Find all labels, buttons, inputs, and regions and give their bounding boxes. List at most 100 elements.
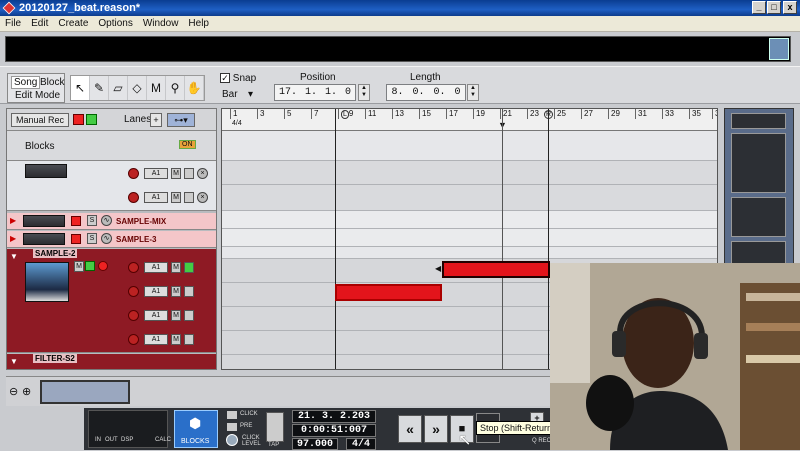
lane-select[interactable]: A1 (144, 309, 168, 321)
blocks-lane[interactable] (222, 131, 717, 161)
lane-tools-icon[interactable]: ⊶▾ (167, 113, 195, 127)
track-record-icon[interactable] (71, 234, 81, 244)
expand-arrow-icon[interactable]: ▼ (10, 252, 18, 261)
pre-count-toggle[interactable] (227, 423, 237, 431)
note-clip[interactable] (442, 261, 550, 278)
lane-delete-icon[interactable]: × (197, 191, 208, 203)
track-mute-button[interactable]: M (74, 261, 84, 272)
solo-all-icon[interactable] (86, 114, 97, 125)
menu-window[interactable]: Window (138, 18, 184, 29)
position-spinner[interactable]: ▲ ▼ (358, 84, 370, 101)
lane-pad-icon[interactable] (184, 309, 194, 321)
lane-mute-button[interactable]: M (171, 333, 181, 345)
lane-select[interactable]: A1 (144, 167, 168, 179)
blocks-button[interactable]: ⬢ BLOCKS (174, 410, 218, 448)
expand-arrow-icon[interactable]: ▼ (10, 357, 18, 366)
tempo-display[interactable]: 97.000 (292, 438, 338, 450)
track-solo-button[interactable]: S (87, 233, 97, 244)
menu-file[interactable]: File (0, 18, 26, 29)
left-locator-icon[interactable]: L (341, 110, 349, 119)
lane-record-icon[interactable] (128, 309, 139, 321)
rack-minimap-icon[interactable] (769, 38, 789, 60)
position-display[interactable]: 17. 1. 1. 0 (274, 84, 356, 101)
hand-icon[interactable]: ✋ (185, 76, 204, 100)
lane-record-icon[interactable] (128, 261, 139, 273)
collapse-arrow-icon[interactable]: ▶ (10, 216, 16, 225)
lane-grid[interactable] (222, 229, 717, 247)
lane-mute-button[interactable]: M (171, 261, 181, 273)
clip-start-handle-icon[interactable]: ◀ (435, 264, 441, 273)
lane-solo-icon[interactable] (184, 261, 194, 273)
record-arm-all-icon[interactable] (73, 114, 84, 125)
navigator-window[interactable] (40, 380, 130, 404)
lane-row-3[interactable]: A1 M (128, 308, 194, 322)
lane-pad-icon[interactable] (184, 285, 194, 297)
eraser-icon[interactable]: ▱ (109, 76, 128, 100)
track-automation-icon[interactable]: ∿ (101, 233, 112, 244)
maximize-button[interactable]: □ (767, 1, 781, 14)
snap-toggle[interactable]: ✓ Snap (220, 73, 256, 84)
note-clip[interactable] (335, 284, 442, 301)
block-mode-button[interactable]: Block (40, 77, 64, 88)
track-filter-s2[interactable]: ▼ FILTER-S2 (7, 354, 216, 369)
song-mode-button[interactable]: Song (11, 76, 41, 89)
lane-row-1[interactable]: A1 M (128, 260, 194, 274)
lane-record-icon[interactable] (128, 167, 139, 179)
pencil-icon[interactable]: ✎ (90, 76, 109, 100)
razor-icon[interactable]: ◇ (128, 76, 147, 100)
lane-grid[interactable] (222, 247, 717, 259)
click-toggle[interactable] (227, 411, 237, 419)
lane-record-icon[interactable] (128, 191, 139, 203)
lane-mute-button[interactable]: M (171, 309, 181, 321)
minimize-button[interactable]: _ (752, 1, 766, 14)
snap-value-select[interactable]: Bar ▾ (222, 89, 262, 100)
length-spinner[interactable]: ▲ ▼ (467, 84, 479, 101)
track-solo-icon[interactable] (85, 261, 95, 271)
lane-record-icon[interactable] (128, 333, 139, 345)
length-display[interactable]: 8. 0. 0. 0 (386, 84, 466, 101)
menu-create[interactable]: Create (53, 18, 93, 29)
timeline-ruler[interactable]: 1 4/4 3 5 7 L9 11 13 15 17 19 21 23 R 25… (222, 109, 717, 131)
menu-options[interactable]: Options (93, 18, 137, 29)
lane-grid[interactable] (222, 161, 717, 185)
rewind-button[interactable]: « (398, 415, 422, 443)
blocks-track[interactable]: Blocks ON (7, 131, 216, 161)
track-sample-2[interactable]: ▼ SAMPLE-2 M A1 M A1 M A1 M A1 M (7, 249, 216, 353)
lane-pad-icon[interactable] (184, 167, 194, 179)
edit-mode-button[interactable]: Edit Mode (15, 90, 60, 101)
collapse-arrow-icon[interactable]: ▶ (10, 234, 16, 243)
lane-grid[interactable] (222, 185, 717, 211)
lane-delete-icon[interactable]: × (197, 167, 208, 179)
lane-grid[interactable] (222, 211, 717, 229)
tap-button[interactable] (266, 412, 284, 442)
snap-checkbox[interactable]: ✓ (220, 73, 230, 84)
track-record-icon[interactable] (71, 216, 81, 226)
track-automation-icon[interactable]: ∿ (101, 215, 112, 226)
lane-select[interactable]: A1 (144, 285, 168, 297)
menu-help[interactable]: Help (183, 18, 214, 29)
track-solo-button[interactable]: S (87, 215, 97, 226)
lane-mute-button[interactable]: M (171, 191, 181, 203)
menu-edit[interactable]: Edit (26, 18, 53, 29)
lane-pad-icon[interactable] (184, 191, 194, 203)
track-row-top[interactable]: A1 M × A1 M × (7, 161, 216, 211)
song-position-display[interactable]: 21. 3. 2.203 (292, 410, 376, 423)
track-record-icon[interactable] (98, 261, 108, 271)
lane-row-4[interactable]: A1 M (128, 332, 194, 346)
track-sample-3[interactable]: ▶ S ∿ SAMPLE-3 (7, 231, 216, 248)
lane-select[interactable]: A1 (144, 333, 168, 345)
lane-row-2[interactable]: A1 M (128, 284, 194, 298)
time-signature-display[interactable]: 4/4 (346, 438, 376, 450)
song-navigator[interactable]: ⊖ ⊕ (6, 376, 550, 406)
lane-row-2[interactable]: A1 M × (128, 190, 208, 204)
arrow-icon[interactable]: ↖ (71, 76, 90, 100)
lane-select[interactable]: A1 (144, 191, 168, 203)
click-level-knob[interactable] (226, 434, 238, 446)
mute-tool-icon[interactable]: M (147, 76, 166, 100)
manual-rec-button[interactable]: Manual Rec (11, 113, 69, 127)
magnify-icon[interactable]: ⚲ (166, 76, 185, 100)
add-lane-button[interactable]: + (150, 113, 162, 127)
lane-mute-button[interactable]: M (171, 285, 181, 297)
lane-row-1[interactable]: A1 M × (128, 166, 208, 180)
zoom-in-icon[interactable]: ⊕ (22, 385, 31, 398)
